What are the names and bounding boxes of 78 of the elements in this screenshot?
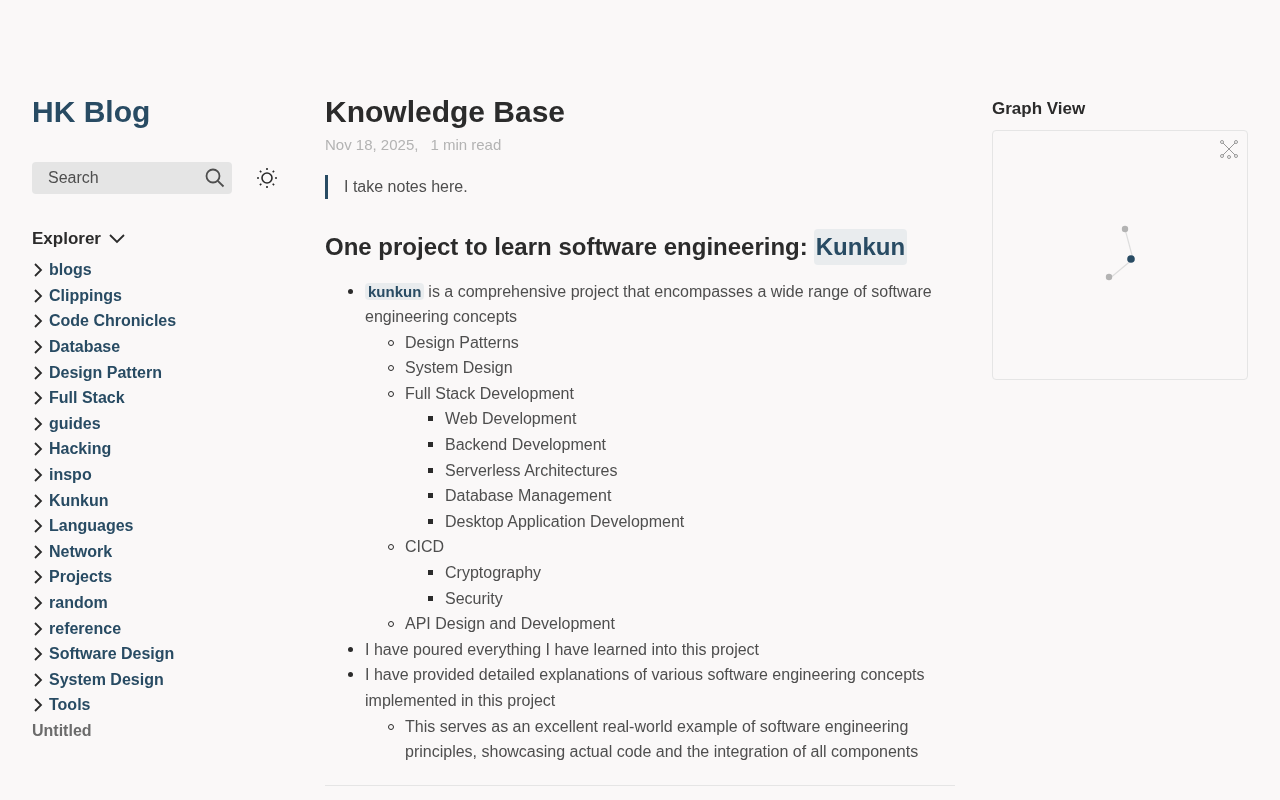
read-time: 1 min read: [430, 135, 502, 155]
bullet-icon: [348, 646, 353, 652]
chevron-right-icon: [32, 468, 44, 483]
folder-item[interactable]: Hacking: [32, 437, 112, 462]
list-item-text: Design Patterns: [405, 333, 519, 351]
chevron-right-icon: [32, 621, 44, 636]
square-bullet-icon: [428, 442, 433, 448]
section-heading: One project to learn software engineering:: [325, 231, 808, 262]
code-link[interactable]: kunkun: [365, 282, 425, 300]
chevron-right-icon: [32, 672, 44, 687]
list-item-text: Backend Development: [445, 436, 606, 454]
search-field[interactable]: Search: [32, 162, 232, 194]
expand-graph-icon[interactable]: [1219, 138, 1239, 159]
folder-item[interactable]: Database: [32, 335, 121, 360]
chevron-right-icon: [32, 288, 44, 303]
chevron-right-icon: [32, 544, 44, 559]
folder-item[interactable]: guides: [32, 411, 101, 436]
chevron-right-icon: [32, 570, 44, 585]
chevron-right-icon: [32, 442, 44, 457]
file-item[interactable]: Untitled: [32, 719, 92, 743]
page-title: Knowledge Base: [325, 94, 567, 130]
chevron-right-icon: [32, 493, 44, 508]
list-item-text: Web Development: [445, 410, 577, 428]
folder-item[interactable]: Projects: [32, 565, 113, 590]
folder-item[interactable]: Code Chronicles: [32, 309, 177, 334]
chevron-right-icon: [32, 698, 44, 713]
list-item-text: Cryptography: [445, 564, 542, 582]
chevron-right-icon: [32, 596, 44, 610]
sun-icon[interactable]: [256, 167, 278, 189]
square-bullet-icon: [428, 595, 433, 601]
list-item-text: System Design: [405, 359, 513, 377]
chevron-right-icon: [32, 519, 44, 534]
folder-item[interactable]: Software Design: [32, 642, 175, 667]
folder-item[interactable]: blogs: [32, 258, 92, 283]
folder-item[interactable]: Full Stack: [32, 386, 125, 411]
list-item-text: Database Management: [445, 487, 612, 505]
site-title[interactable]: HK Blog: [32, 94, 293, 130]
list-item-text: This serves as an excellent real-world example of software engineering principles, showcasing actual code and the integration of all components: [405, 717, 919, 761]
folder-item[interactable]: Kunkun: [32, 488, 109, 513]
list-item-text: Full Stack Development: [405, 384, 574, 402]
folder-item[interactable]: inspo: [32, 463, 92, 488]
square-bullet-icon: [428, 467, 433, 473]
list-item-text: Security: [445, 589, 503, 607]
explorer-toggle[interactable]: Explorer: [32, 226, 125, 252]
square-bullet-icon: [428, 416, 433, 422]
list-item-text: I have provided detailed explanations of various software engineering concepts implemented in this project: [365, 666, 925, 709]
chevron-right-icon: [32, 340, 44, 355]
list-item-text: CICD: [405, 538, 445, 556]
chevron-right-icon: [32, 365, 44, 380]
folder-item[interactable]: reference: [32, 616, 122, 641]
square-bullet-icon: [428, 570, 433, 576]
blockquote-text: I take notes here.: [344, 176, 469, 197]
list-item-text: API Design and Development: [405, 615, 615, 633]
heading-link[interactable]: Kunkun: [813, 228, 908, 265]
folder-item[interactable]: Languages: [32, 514, 134, 539]
folder-item[interactable]: random: [32, 591, 108, 615]
chevron-right-icon: [32, 314, 44, 329]
list-item-text: Desktop Application Development: [445, 512, 685, 530]
folder-item[interactable]: Tools: [32, 693, 91, 718]
list-item-text: kunkun is a comprehensive project that encompasses a wide range of software engineering concepts: [365, 282, 932, 326]
chevron-right-icon: [32, 416, 44, 431]
chevron-right-icon: [32, 647, 44, 662]
folder-item[interactable]: System Design: [32, 667, 164, 692]
panel-title: Graph View: [992, 98, 1087, 120]
square-bullet-icon: [428, 493, 433, 499]
list-item-text: I have poured everything I have learned into this project: [365, 640, 760, 658]
folder-item[interactable]: Network: [32, 539, 113, 564]
folder-item[interactable]: Design Pattern: [32, 360, 162, 385]
square-bullet-icon: [428, 518, 433, 524]
list-item-text: Serverless Architectures: [445, 461, 618, 479]
chevron-right-icon: [32, 391, 44, 406]
chevron-down-icon: [109, 233, 125, 244]
bullet-icon: [348, 288, 353, 294]
folder-item[interactable]: Clippings: [32, 283, 122, 308]
post-date: Nov 18, 2025,: [325, 135, 419, 155]
search-icon[interactable]: [205, 168, 225, 188]
bullet-icon: [348, 672, 353, 678]
chevron-right-icon: [32, 263, 44, 278]
